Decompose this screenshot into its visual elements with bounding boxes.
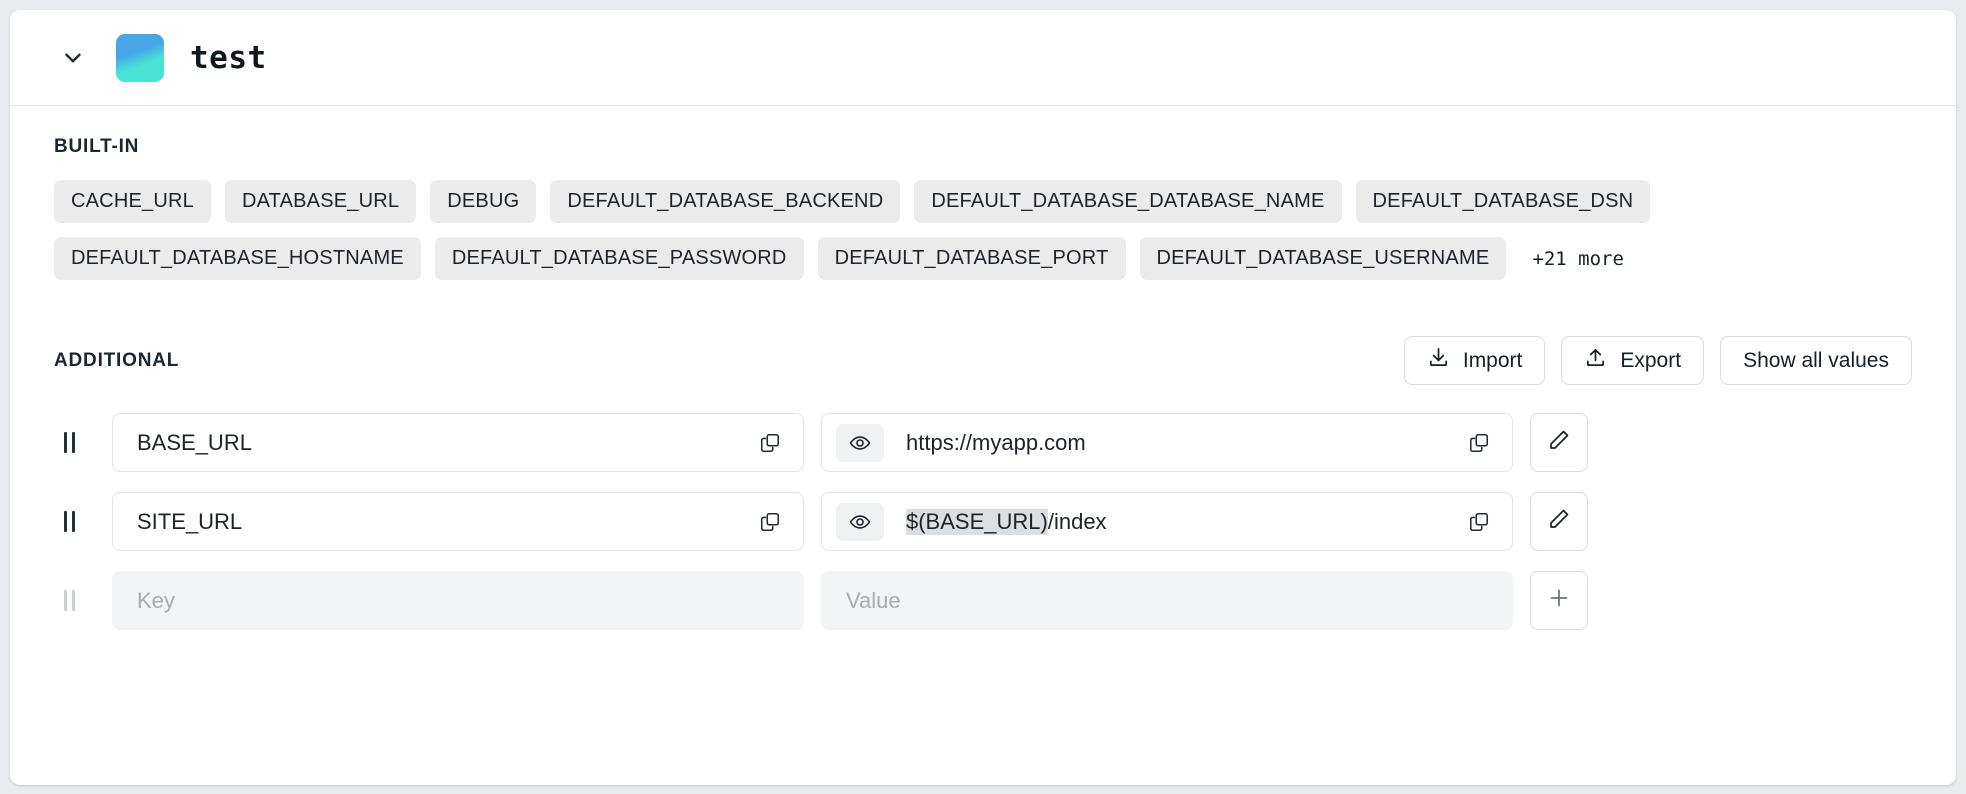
builtin-chip[interactable]: DATABASE_URL	[224, 180, 417, 223]
export-button[interactable]: Export	[1561, 336, 1705, 385]
eye-icon[interactable]	[836, 423, 884, 462]
builtin-chip[interactable]: DEFAULT_DATABASE_DSN	[1355, 180, 1651, 223]
card-body: BUILT-IN CACHE_URL DATABASE_URL DEBUG DE…	[10, 106, 1956, 785]
variable-key-value: BASE_URL	[137, 429, 252, 455]
copy-icon[interactable]	[755, 507, 785, 537]
variable-row: SITE_URL $(BASE_URL)/index	[54, 492, 1912, 551]
chevron-down-icon[interactable]	[56, 41, 90, 75]
new-value-input[interactable]: Value	[821, 571, 1513, 630]
new-variable-row: Key Value	[54, 571, 1912, 630]
variable-value-text: $(BASE_URL)/index	[906, 508, 1464, 535]
page-title: test	[190, 39, 267, 76]
builtin-show-more[interactable]: +21 more	[1520, 237, 1636, 280]
drag-handle-icon[interactable]	[54, 511, 84, 532]
project-logo	[116, 33, 164, 82]
variable-reference-token: $(BASE_URL)	[906, 508, 1048, 535]
variable-key-input[interactable]: SITE_URL	[112, 492, 804, 551]
copy-icon[interactable]	[755, 428, 785, 458]
page-background: test BUILT-IN CACHE_URL DATABASE_URL DEB…	[0, 0, 1966, 794]
new-value-placeholder: Value	[846, 587, 901, 613]
builtin-chip[interactable]: DEFAULT_DATABASE_DATABASE_NAME	[914, 180, 1342, 223]
pencil-icon	[1547, 507, 1571, 536]
card-header: test	[10, 10, 1956, 106]
additional-section-label: ADDITIONAL	[54, 349, 180, 371]
builtin-chip[interactable]: DEFAULT_DATABASE_USERNAME	[1139, 237, 1507, 280]
variable-value-input[interactable]: https://myapp.com	[821, 413, 1513, 472]
new-key-placeholder: Key	[137, 587, 175, 613]
environment-card: test BUILT-IN CACHE_URL DATABASE_URL DEB…	[10, 10, 1956, 785]
builtin-chip[interactable]: DEBUG	[430, 180, 537, 223]
download-icon	[1427, 346, 1450, 375]
plus-icon	[1546, 585, 1572, 616]
builtin-chip[interactable]: DEFAULT_DATABASE_PORT	[817, 237, 1126, 280]
builtin-chip[interactable]: DEFAULT_DATABASE_HOSTNAME	[54, 237, 421, 280]
new-key-input[interactable]: Key	[112, 571, 804, 630]
import-button-label: Import	[1462, 348, 1523, 372]
builtin-section-label: BUILT-IN	[54, 136, 140, 157]
additional-toolbar: Import Export Show all values	[1403, 336, 1912, 385]
builtin-chip-list: CACHE_URL DATABASE_URL DEBUG DEFAULT_DAT…	[54, 180, 1912, 280]
add-variable-button[interactable]	[1530, 571, 1588, 630]
variable-key-value: SITE_URL	[137, 508, 243, 534]
copy-icon[interactable]	[1464, 428, 1494, 458]
variable-key-input[interactable]: BASE_URL	[112, 413, 804, 472]
variable-row: BASE_URL https://myapp.com	[54, 413, 1912, 472]
pencil-icon	[1547, 428, 1571, 457]
variable-value-text: https://myapp.com	[906, 429, 1086, 455]
copy-icon[interactable]	[1464, 507, 1494, 537]
builtin-chip[interactable]: DEFAULT_DATABASE_PASSWORD	[434, 237, 804, 280]
variable-value-suffix: /index	[1047, 508, 1107, 534]
builtin-chip[interactable]: DEFAULT_DATABASE_BACKEND	[550, 180, 901, 223]
builtin-chip[interactable]: CACHE_URL	[54, 180, 211, 223]
drag-handle-icon[interactable]	[54, 432, 84, 453]
edit-variable-button[interactable]	[1530, 413, 1588, 472]
additional-header-bar: ADDITIONAL Import Export Show all values	[54, 336, 1912, 385]
import-button[interactable]: Import	[1403, 336, 1546, 385]
drag-handle-icon	[54, 590, 84, 611]
show-all-values-label: Show all values	[1743, 348, 1889, 372]
upload-icon	[1584, 346, 1607, 375]
show-all-values-button[interactable]: Show all values	[1720, 336, 1912, 385]
edit-variable-button[interactable]	[1530, 492, 1588, 551]
variable-row-list: BASE_URL https://myapp.com SITE_URL $(BA…	[54, 413, 1912, 630]
variable-value-input[interactable]: $(BASE_URL)/index	[821, 492, 1513, 551]
eye-icon[interactable]	[836, 502, 884, 541]
export-button-label: Export	[1620, 348, 1682, 372]
